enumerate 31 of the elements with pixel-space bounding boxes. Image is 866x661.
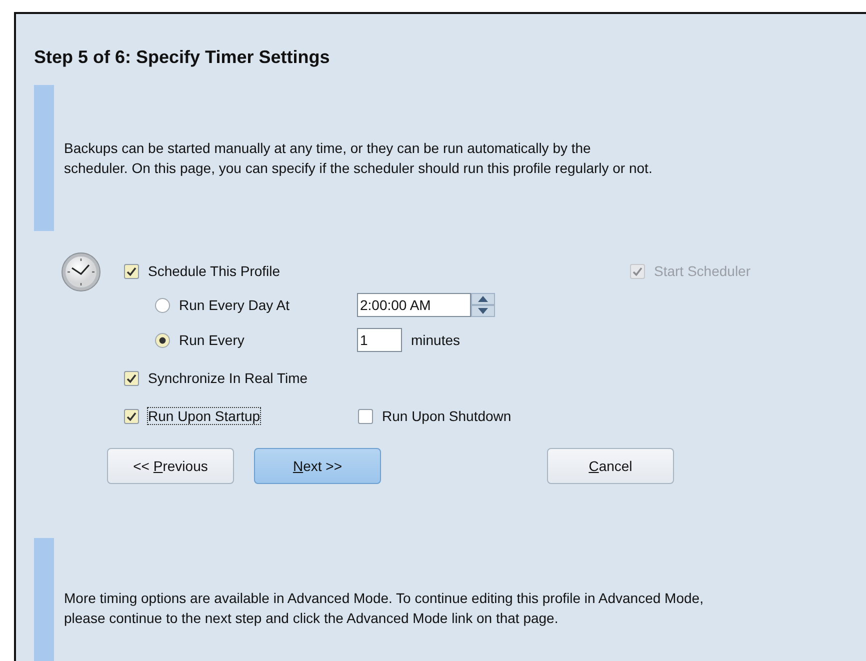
default-button[interactable]: Next >>	[254, 448, 381, 484]
checkbox[interactable]	[358, 408, 373, 424]
checkbox-label[interactable]: Schedule This Profile	[148, 263, 280, 279]
arrow-up-icon	[478, 296, 488, 302]
button[interactable]: << Previous	[107, 448, 234, 484]
radio-button[interactable]	[155, 298, 170, 312]
arrow-down-icon	[478, 308, 488, 314]
checkbox[interactable]	[124, 264, 139, 278]
radio-dot-icon	[159, 336, 166, 344]
checkbox-label[interactable]: Run Upon Shutdown	[382, 408, 512, 424]
check-icon	[632, 266, 643, 276]
footer-text: More timing options are available in Advanced Mode. To continue editing this profile in Advanced Mode, please continue to the next step and click the Advanced Mode link on that page.	[63, 589, 704, 628]
button[interactable]: Cancel	[547, 448, 674, 484]
check-icon	[126, 410, 137, 422]
page-title: Step 5 of 6: Specify Timer Settings	[34, 46, 331, 69]
time-field[interactable]: 2:00:00 AM	[357, 293, 471, 317]
unit-label: minutes	[411, 332, 460, 348]
spin-up-button[interactable]	[471, 293, 495, 305]
check-icon	[126, 372, 137, 384]
spin-down-button[interactable]	[471, 305, 495, 317]
checkbox[interactable]	[124, 370, 139, 386]
checkbox[interactable]	[124, 408, 139, 424]
radio-label[interactable]: Run Every	[179, 332, 244, 348]
checkbox-label[interactable]: Synchronize In Real Time	[148, 370, 308, 386]
radio-label[interactable]: Run Every Day At	[179, 297, 290, 313]
radio-button[interactable]	[155, 332, 170, 348]
interval-field[interactable]: 1	[357, 328, 402, 352]
check-icon	[126, 266, 137, 276]
description-text: Backups can be started manually at any time, or they can be run automatically by the scheduler. On this page, you can specify if the scheduler should run this profile regularly or not.	[63, 139, 652, 178]
checkbox-label[interactable]: Run Upon Startup	[148, 408, 260, 424]
clock-icon	[60, 251, 102, 293]
